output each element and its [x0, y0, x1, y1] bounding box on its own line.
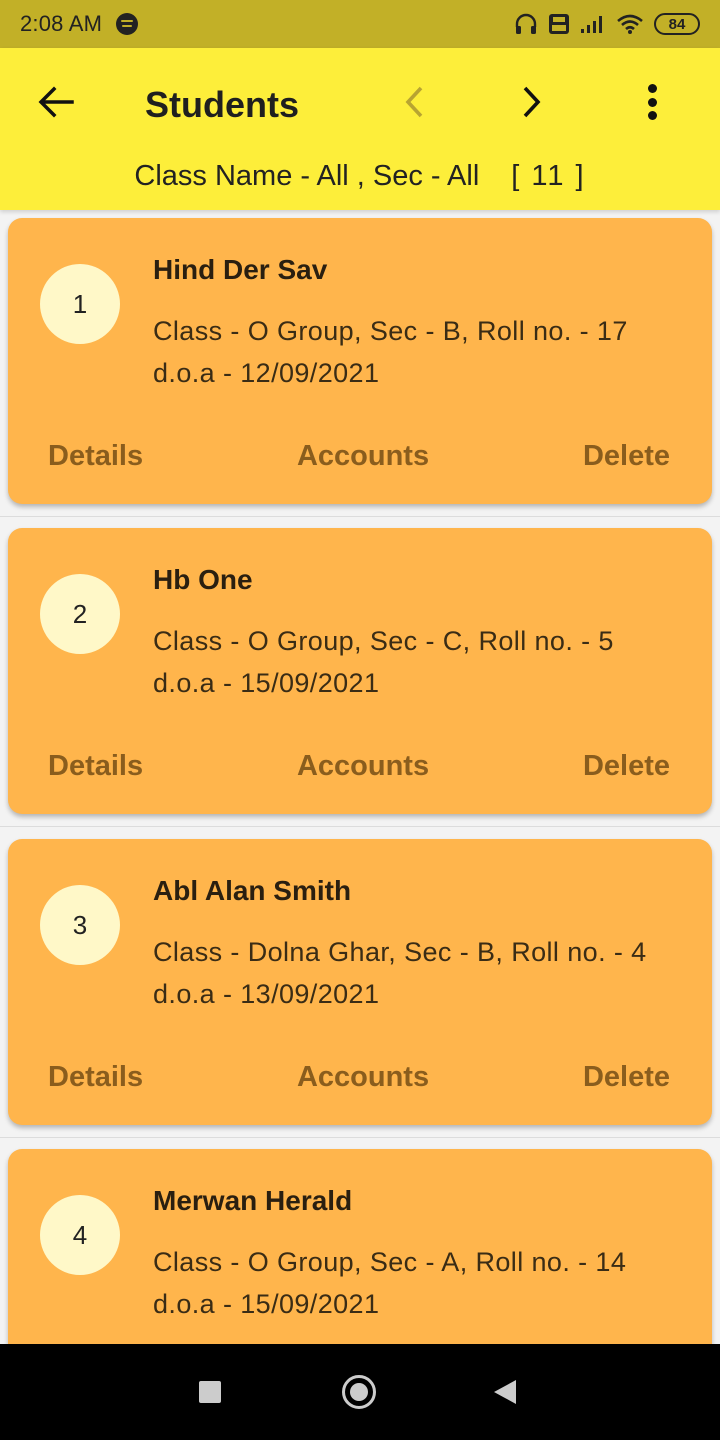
recents-square-icon[interactable] — [199, 1381, 221, 1403]
volte-icon — [549, 14, 569, 34]
row-divider — [0, 516, 720, 517]
details-button[interactable]: Details — [48, 1061, 143, 1094]
battery-level: 84 — [668, 15, 686, 33]
signal-icon — [581, 16, 602, 33]
delete-button[interactable]: Delete — [583, 1061, 670, 1094]
class-line: Class - O Group, Sec - A, Roll no. - 14 — [153, 1247, 627, 1277]
more-options-button[interactable] — [636, 80, 668, 124]
status-time: 2:08 AM — [20, 11, 103, 36]
doa-line: d.o.a - 13/09/2021 — [153, 979, 380, 1009]
page-title: Students — [145, 84, 300, 125]
student-count: [ 11 ] — [511, 160, 586, 192]
class-line: Class - O Group, Sec - B, Roll no. - 17 — [153, 316, 628, 346]
back-button[interactable] — [36, 82, 76, 122]
previous-button[interactable] — [398, 82, 430, 122]
serial-badge: 1 — [40, 264, 120, 344]
row-divider — [0, 826, 720, 827]
back-arrow-icon — [38, 86, 74, 118]
chevron-left-icon — [405, 86, 423, 118]
student-card[interactable]: 2 Hb One Class - O Group, Sec - C, Roll … — [8, 528, 712, 814]
student-card[interactable]: 4 Merwan Herald Class - O Group, Sec - A… — [8, 1149, 712, 1344]
headset-icon — [515, 13, 537, 34]
serial-badge: 2 — [40, 574, 120, 654]
details-button[interactable]: Details — [48, 440, 143, 473]
student-card[interactable]: 3 Abl Alan Smith Class - Dolna Ghar, Sec… — [8, 839, 712, 1125]
student-list[interactable]: 1 Hind Der Sav Class - O Group, Sec - B,… — [0, 210, 720, 1344]
wifi-icon — [617, 14, 643, 34]
serial-badge: 3 — [40, 885, 120, 965]
filter-summary: Class Name - All , Sec - All [ 11 ] — [0, 160, 720, 193]
back-triangle-icon[interactable] — [494, 1380, 516, 1404]
student-info: Class - Dolna Ghar, Sec - B, Roll no. - … — [153, 931, 647, 1015]
student-info: Class - O Group, Sec - A, Roll no. - 14 … — [153, 1241, 626, 1325]
card-actions: Details Accounts Delete — [48, 750, 670, 783]
student-name: Abl Alan Smith — [153, 875, 352, 906]
student-name: Hb One — [153, 564, 253, 595]
more-vert-icon-dot — [647, 111, 657, 120]
delete-button[interactable]: Delete — [583, 750, 670, 783]
app-bar: Students Class Name - All , Sec - All [ … — [0, 48, 720, 210]
accounts-button[interactable]: Accounts — [297, 440, 429, 473]
doa-line: d.o.a - 15/09/2021 — [153, 1289, 380, 1319]
chevron-right-icon — [523, 86, 541, 118]
home-circle-icon[interactable] — [342, 1375, 376, 1409]
student-info: Class - O Group, Sec - B, Roll no. - 17 … — [153, 310, 628, 394]
doa-line: d.o.a - 15/09/2021 — [153, 668, 380, 698]
status-icons: 84 — [514, 13, 700, 35]
system-nav-bar — [0, 1344, 720, 1440]
class-line: Class - O Group, Sec - C, Roll no. - 5 — [153, 626, 614, 656]
status-bar: 2:08 AM 84 — [0, 0, 720, 48]
accounts-button[interactable]: Accounts — [297, 1061, 429, 1094]
more-vert-icon-dot — [647, 97, 657, 107]
student-name: Hind Der Sav — [153, 254, 328, 285]
more-vert-icon-dot — [647, 84, 657, 93]
battery-icon: 84 — [654, 13, 700, 35]
card-actions: Details Accounts Delete — [48, 440, 670, 473]
row-divider — [0, 1137, 720, 1138]
accounts-button[interactable]: Accounts — [297, 750, 429, 783]
doa-line: d.o.a - 12/09/2021 — [153, 358, 380, 388]
class-line: Class - Dolna Ghar, Sec - B, Roll no. - … — [153, 937, 647, 967]
next-button[interactable] — [516, 82, 548, 122]
student-name: Merwan Herald — [153, 1185, 353, 1216]
serial-badge: 4 — [40, 1195, 120, 1275]
student-info: Class - O Group, Sec - C, Roll no. - 5 d… — [153, 620, 614, 704]
filter-text: Class Name - All , Sec - All — [134, 160, 480, 192]
delete-button[interactable]: Delete — [583, 440, 670, 473]
card-actions: Details Accounts Delete — [48, 1061, 670, 1094]
details-button[interactable]: Details — [48, 750, 143, 783]
spotify-icon — [116, 13, 139, 35]
student-card[interactable]: 1 Hind Der Sav Class - O Group, Sec - B,… — [8, 218, 712, 504]
